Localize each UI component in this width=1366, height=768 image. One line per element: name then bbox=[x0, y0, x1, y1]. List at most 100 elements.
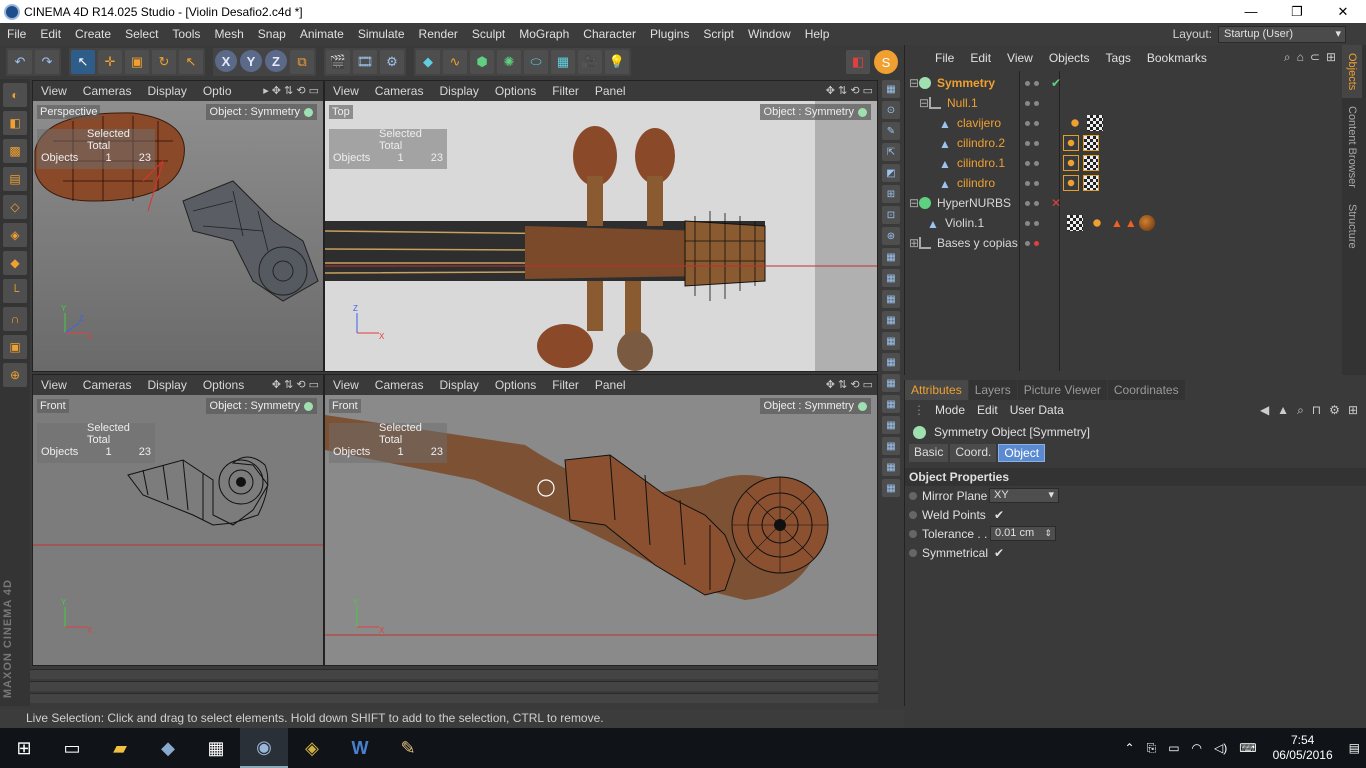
bevel-icon[interactable]: ◩ bbox=[882, 164, 900, 182]
visibility-dots[interactable] bbox=[1025, 200, 1045, 206]
layout-dropdown[interactable]: Startup (User) bbox=[1218, 25, 1346, 43]
vp-menu-cameras[interactable]: Cameras bbox=[75, 84, 140, 98]
paint-icon[interactable]: ✎ bbox=[384, 728, 432, 768]
viewport-nav-icons[interactable]: ✥ ⇅ ⟲ ▭ bbox=[826, 84, 873, 97]
timeline-splitter[interactable] bbox=[30, 681, 878, 691]
animate-dot[interactable] bbox=[909, 491, 917, 500]
menu-select[interactable]: Select bbox=[118, 27, 165, 41]
menu-mograph[interactable]: MoGraph bbox=[512, 27, 576, 41]
viewport-canvas[interactable]: Front Object : Symmetry Selected Total O… bbox=[33, 395, 323, 665]
subtab-coord[interactable]: Coord. bbox=[950, 444, 997, 462]
vp-menu-cameras[interactable]: Cameras bbox=[367, 378, 432, 392]
visibility-dots[interactable] bbox=[1025, 140, 1045, 146]
array-icon[interactable]: ✺ bbox=[497, 50, 521, 74]
menu-file[interactable]: File bbox=[0, 27, 33, 41]
normal-move-icon[interactable]: ▦ bbox=[882, 458, 900, 476]
settings-icon[interactable]: ⚙ bbox=[1329, 403, 1340, 418]
tree-row-null[interactable]: ⊟ Null.1 bbox=[909, 93, 1345, 113]
viewport-nav-icons[interactable]: ▸ ✥ ⇅ ⟲ ▭ bbox=[263, 84, 319, 97]
x-axis-icon[interactable]: X bbox=[215, 50, 237, 72]
coordinate-system-icon[interactable]: ⧉ bbox=[290, 50, 314, 74]
extrude-icon[interactable]: ⇱ bbox=[882, 143, 900, 161]
redo-icon[interactable]: ↷ bbox=[35, 50, 59, 74]
enabled-check-icon[interactable]: ✔ bbox=[1051, 76, 1061, 90]
menu-render[interactable]: Render bbox=[412, 27, 465, 41]
animate-dot[interactable] bbox=[909, 548, 917, 557]
tree-row-cilindro-2[interactable]: ▲ cilindro.2 bbox=[909, 133, 1345, 153]
viewport-perspective[interactable]: View Cameras Display Optio ▸ ✥ ⇅ ⟲ ▭ Per… bbox=[32, 80, 324, 372]
vp-menu-display[interactable]: Display bbox=[431, 378, 486, 392]
vp-menu-display[interactable]: Display bbox=[431, 84, 486, 98]
knife-icon[interactable]: ✎ bbox=[882, 122, 900, 140]
menu-help[interactable]: Help bbox=[798, 27, 837, 41]
spline-tool-icon[interactable]: ⊙ bbox=[882, 101, 900, 119]
tree-row-clavijero[interactable]: ▲ clavijero bbox=[909, 113, 1345, 133]
workplane-axis-icon[interactable]: ⊕ bbox=[3, 363, 27, 387]
vp-menu-options[interactable]: Optio bbox=[195, 84, 240, 98]
om-menu-edit[interactable]: Edit bbox=[962, 51, 999, 65]
vp-menu-cameras[interactable]: Cameras bbox=[367, 84, 432, 98]
workplane-icon[interactable]: ▤ bbox=[3, 167, 27, 191]
viewport-nav-icons[interactable]: ✥ ⇅ ⟲ ▭ bbox=[826, 378, 873, 391]
timeline-splitter[interactable] bbox=[30, 693, 878, 703]
menu-tools[interactable]: Tools bbox=[165, 27, 207, 41]
magnet-tool-icon[interactable]: ⊡ bbox=[882, 206, 900, 224]
new-window-icon[interactable]: ⊞ bbox=[1348, 403, 1358, 418]
texture-mode-icon[interactable]: ▩ bbox=[3, 139, 27, 163]
volume-icon[interactable]: ◁) bbox=[1208, 741, 1233, 755]
grid-icon[interactable]: ▦ bbox=[882, 248, 900, 266]
brush-icon[interactable]: ⊛ bbox=[882, 227, 900, 245]
new-window-icon[interactable]: ⊞ bbox=[1326, 50, 1336, 65]
visibility-dots[interactable] bbox=[1025, 80, 1045, 86]
tab-coordinates[interactable]: Coordinates bbox=[1107, 380, 1185, 400]
spline-pen-icon[interactable]: ∿ bbox=[443, 50, 467, 74]
vp-menu-view[interactable]: View bbox=[33, 84, 75, 98]
phong-tag-icon[interactable] bbox=[1067, 115, 1083, 131]
devices-icon[interactable]: ⎘ bbox=[1141, 741, 1163, 756]
tab-layers[interactable]: Layers bbox=[968, 380, 1017, 400]
polygons-mode-icon[interactable]: ◆ bbox=[3, 251, 27, 275]
tab-picture-viewer[interactable]: Picture Viewer bbox=[1017, 380, 1107, 400]
cube-icon[interactable]: ◆ bbox=[416, 50, 440, 74]
edit-menu[interactable]: Edit bbox=[971, 403, 1004, 417]
weld-icon[interactable]: ▦ bbox=[882, 332, 900, 350]
tree-row-hypernurbs[interactable]: ⊟ HyperNURBS ✕ bbox=[909, 193, 1345, 213]
tree-row-cilindro-1[interactable]: ▲ cilindro.1 bbox=[909, 153, 1345, 173]
subdivision-surface-icon[interactable]: ⬢ bbox=[470, 50, 494, 74]
close-button[interactable]: ✕ bbox=[1320, 0, 1366, 23]
deformer-icon[interactable]: ⬭ bbox=[524, 50, 548, 74]
word-icon[interactable]: W bbox=[336, 728, 384, 768]
python-icon[interactable]: ◧ bbox=[846, 50, 870, 74]
vp-menu-cameras[interactable]: Cameras bbox=[75, 378, 140, 392]
clock[interactable]: 7:54 06/05/2016 bbox=[1263, 733, 1343, 763]
vp-menu-panel[interactable]: Panel bbox=[587, 84, 634, 98]
home-icon[interactable]: ⌂ bbox=[1297, 50, 1304, 65]
rotate-icon[interactable]: ↻ bbox=[152, 50, 176, 74]
tab-attributes[interactable]: Attributes bbox=[905, 380, 968, 400]
axis-mode-icon[interactable]: └ bbox=[3, 279, 27, 303]
visibility-dots[interactable] bbox=[1025, 120, 1045, 126]
selection-tag-icon[interactable]: ▲ bbox=[1125, 216, 1137, 230]
edges-mode-icon[interactable]: ◈ bbox=[3, 223, 27, 247]
side-tab-structure[interactable]: Structure bbox=[1342, 196, 1362, 257]
make-editable-icon[interactable]: ◐ bbox=[3, 83, 27, 107]
tree-row-violin[interactable]: ▲ Violin.1 ▲ ▲ bbox=[909, 213, 1345, 233]
vp-menu-view[interactable]: View bbox=[325, 84, 367, 98]
render-view-icon[interactable]: 🎬 bbox=[326, 50, 350, 74]
collapse-icon[interactable]: ⊟ bbox=[919, 96, 929, 110]
menu-mesh[interactable]: Mesh bbox=[207, 27, 250, 41]
z-axis-icon[interactable]: Z bbox=[265, 50, 287, 72]
file-explorer-icon[interactable]: ▰ bbox=[96, 728, 144, 768]
phong-tag-icon[interactable] bbox=[1089, 215, 1105, 231]
layers-app-icon[interactable]: ◈ bbox=[288, 728, 336, 768]
collapse-icon[interactable]: ⊟ bbox=[909, 76, 919, 90]
texture-tag-icon[interactable] bbox=[1083, 155, 1099, 171]
viewport-top[interactable]: View Cameras Display Options Filter Pane… bbox=[324, 80, 878, 372]
menu-animate[interactable]: Animate bbox=[293, 27, 351, 41]
symmetrical-checkbox[interactable]: ✔ bbox=[994, 546, 1004, 560]
smooth-shift-icon[interactable]: ▦ bbox=[882, 395, 900, 413]
notifications-icon[interactable]: ▤ bbox=[1343, 741, 1366, 755]
om-menu-file[interactable]: File bbox=[927, 51, 962, 65]
snap-magnet-icon[interactable]: ∩ bbox=[3, 307, 27, 331]
battery-icon[interactable]: ▭ bbox=[1162, 741, 1185, 755]
